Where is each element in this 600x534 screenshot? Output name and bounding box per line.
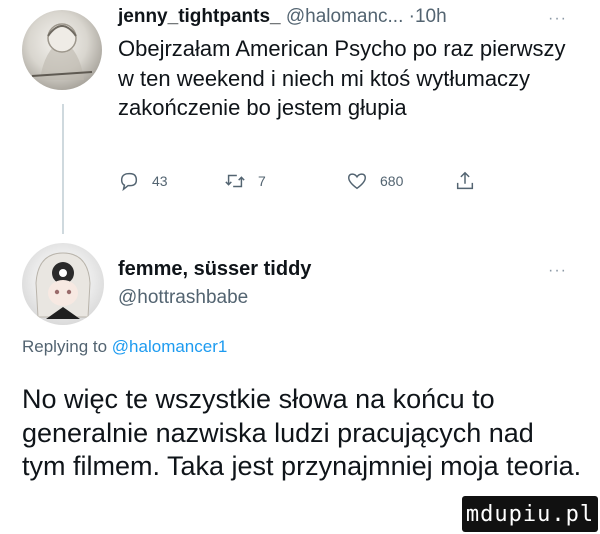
tweet1-actions: 43 7 680 bbox=[118, 170, 518, 200]
more-options-icon[interactable]: ··· bbox=[548, 262, 567, 280]
avatar-femme[interactable] bbox=[22, 243, 104, 325]
share-action[interactable] bbox=[454, 170, 476, 192]
replying-to-link[interactable]: @halomancer1 bbox=[112, 337, 228, 356]
tweet1-text: Obejrzałam American Psycho po raz pierws… bbox=[118, 36, 566, 120]
tweet2-handle[interactable]: @hottrashbabe bbox=[118, 287, 248, 309]
thread-connector-line bbox=[62, 104, 64, 234]
more-options-icon[interactable]: ··· bbox=[548, 10, 567, 28]
avatar-anime-girl-icon bbox=[35, 252, 91, 319]
avatar-jenny[interactable] bbox=[22, 10, 102, 90]
tweet1-time[interactable]: 10h bbox=[415, 6, 447, 27]
retweet-action[interactable]: 7 bbox=[224, 170, 266, 192]
speech-bubble-icon bbox=[120, 172, 138, 192]
share-icon bbox=[456, 171, 474, 190]
avatar-illustration-icon bbox=[31, 23, 93, 80]
like-count: 680 bbox=[380, 173, 404, 189]
reply-action[interactable]: 43 bbox=[118, 170, 168, 192]
like-action[interactable]: 680 bbox=[346, 170, 403, 192]
tweet1-handle[interactable]: @halomanc... bbox=[286, 6, 404, 27]
watermark-logo: mdupiu.pl bbox=[462, 496, 598, 532]
reply-count: 43 bbox=[152, 173, 168, 189]
replying-to-prefix: Replying to bbox=[22, 337, 108, 356]
tweet1-author-name[interactable]: jenny_tightpants_ bbox=[118, 6, 281, 27]
tweet2-author-name[interactable]: femme, süsser tiddy bbox=[118, 258, 311, 281]
replying-to-line: Replying to @halomancer1 bbox=[22, 337, 227, 357]
tweet1-header: jenny_tightpants_ @halomanc... ·10h bbox=[118, 6, 447, 28]
heart-icon bbox=[348, 173, 366, 190]
tweet2-text: No więc te wszystkie słowa na końcu to g… bbox=[22, 384, 582, 481]
retweet-icon bbox=[225, 174, 245, 188]
retweet-count: 7 bbox=[258, 173, 266, 189]
